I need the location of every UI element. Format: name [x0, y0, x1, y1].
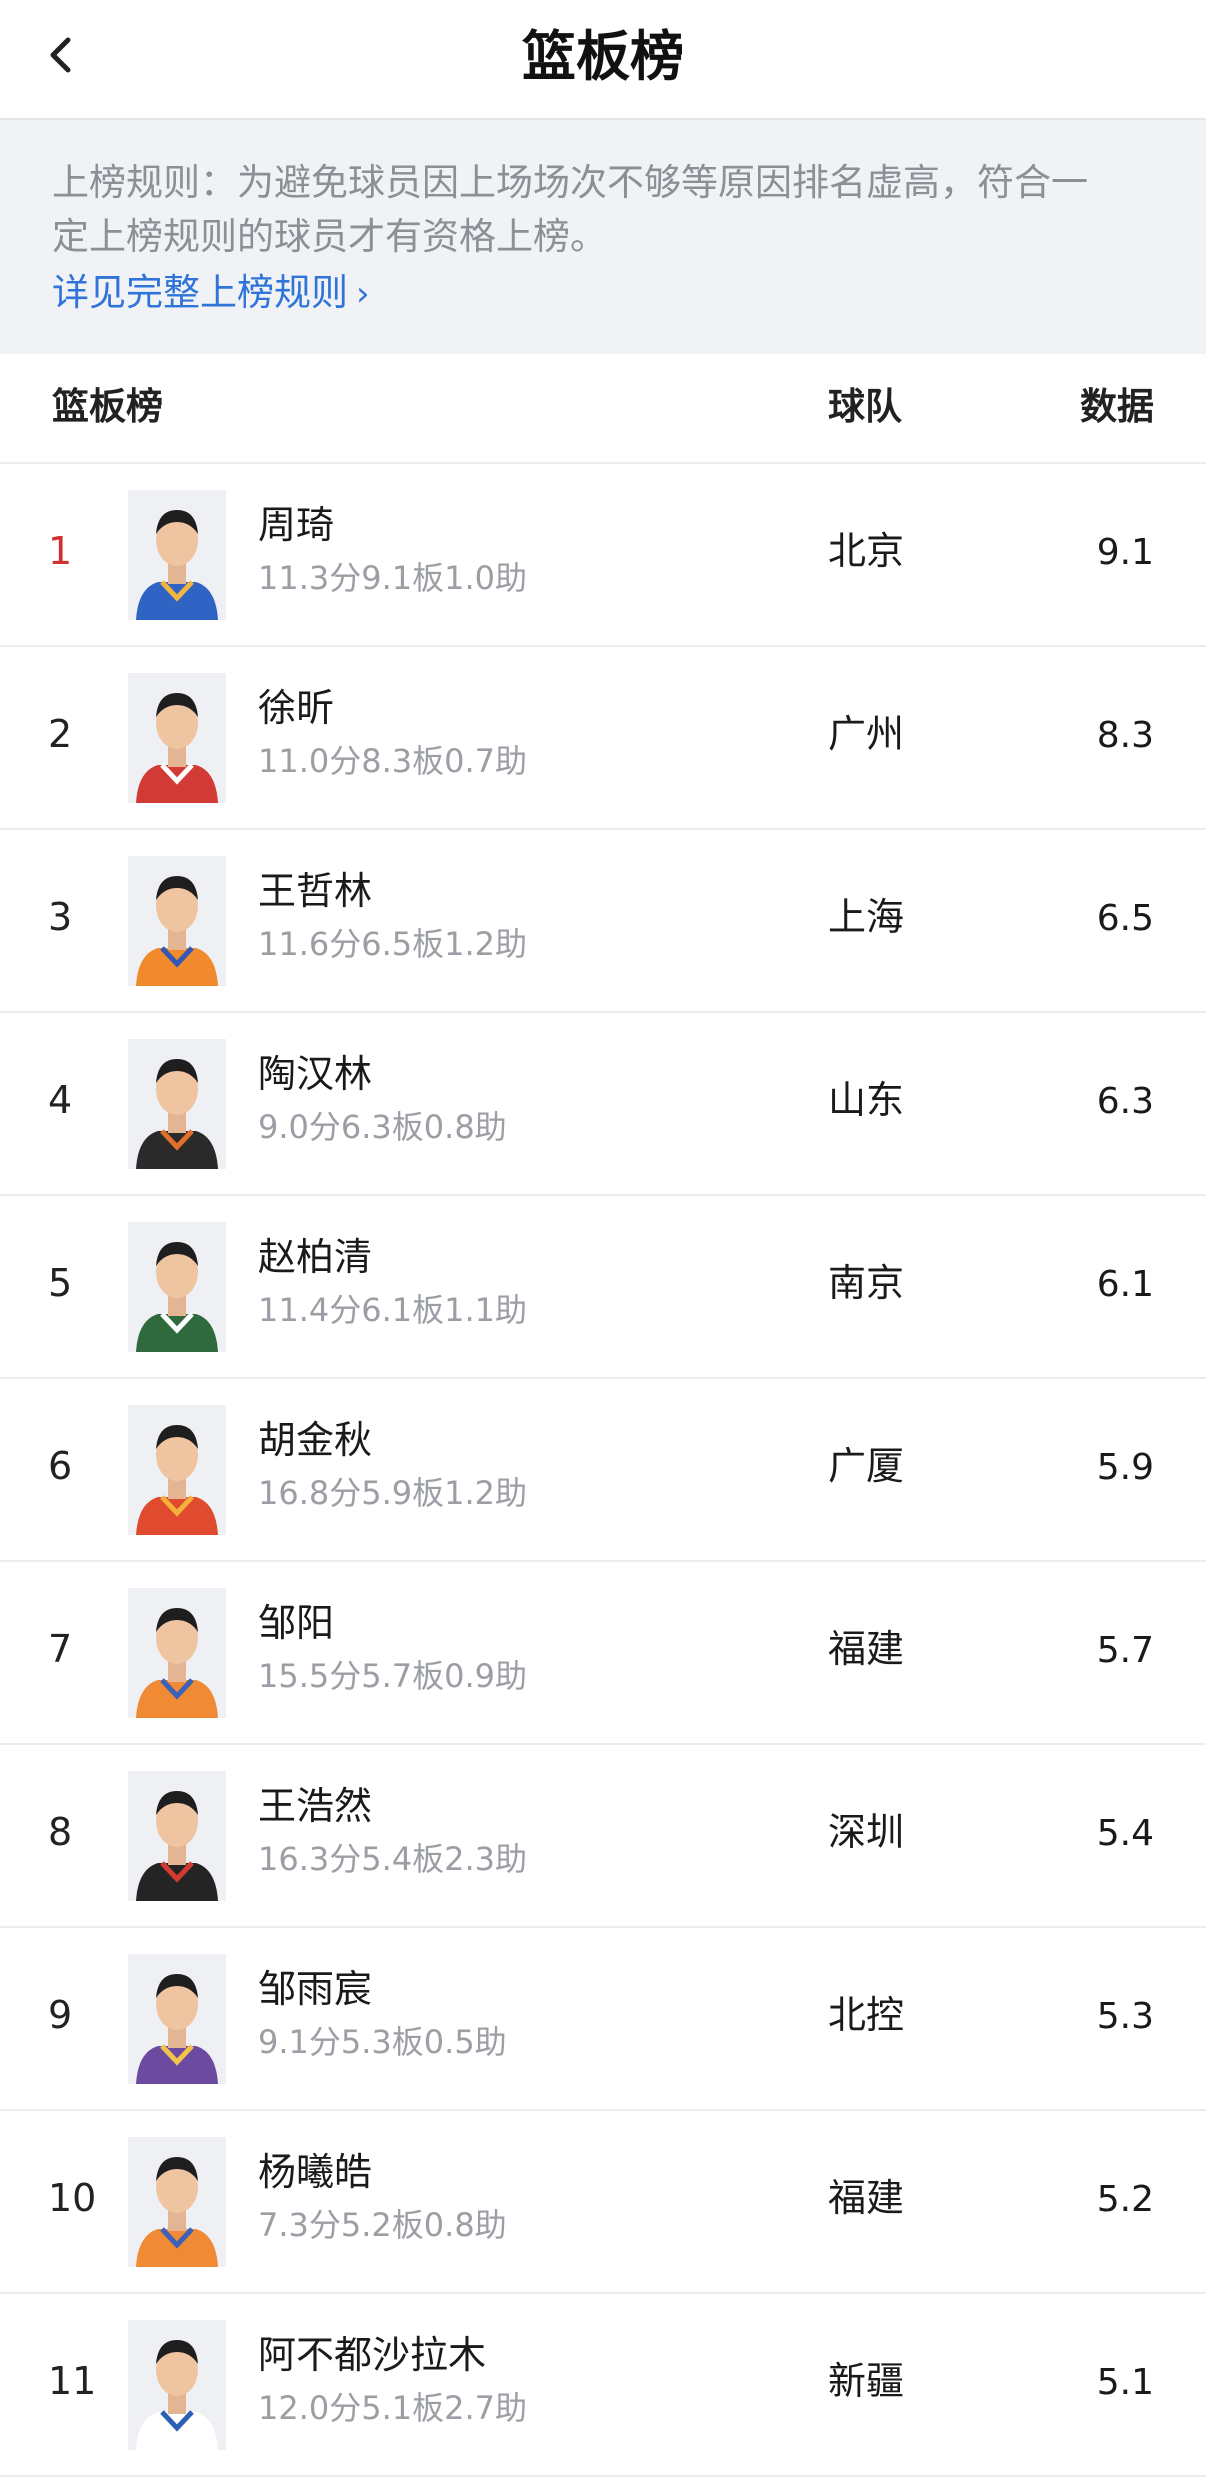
ranking-list: 1 周琦 11.3分9.1板1.0助 北京 9.1 2 徐昕 11.0分8.3板0.7助 广州 8… [0, 464, 1206, 2477]
player-name: 陶汉林 [258, 1052, 373, 1096]
player-team: 北控 [828, 1993, 905, 2037]
full-rules-link[interactable]: 详见完整上榜规则 › [52, 266, 370, 321]
player-avatar [128, 1405, 226, 1535]
rank-number: 11 [48, 2359, 97, 2403]
player-stats: 7.3分5.2板0.8助 [258, 2206, 507, 2244]
rebound-value: 5.1 [1096, 2362, 1154, 2403]
player-row[interactable]: 4 陶汉林 9.0分6.3板0.8助 山东 6.3 [0, 1013, 1206, 1196]
player-avatar [128, 1039, 226, 1169]
chevron-right-icon: › [356, 274, 370, 314]
player-row[interactable]: 11 阿不都沙拉木 12.0分5.1板2.7助 新疆 5.1 [0, 2294, 1206, 2477]
rebound-value: 9.1 [1096, 532, 1154, 573]
rebound-value: 6.5 [1096, 898, 1154, 939]
player-name: 王哲林 [258, 869, 373, 913]
player-avatar [128, 856, 226, 986]
player-row[interactable]: 5 赵柏清 11.4分6.1板1.1助 南京 6.1 [0, 1196, 1206, 1379]
rules-text-line-1: 上榜规则：为避免球员因上场场次不够等原因排名虚高，符合一 [52, 161, 1088, 204]
player-avatar [128, 490, 226, 620]
rebound-value: 6.3 [1096, 1081, 1154, 1122]
player-avatar [128, 2137, 226, 2267]
player-stats: 11.3分9.1板1.0助 [258, 559, 528, 597]
player-stats: 15.5分5.7板0.9助 [258, 1657, 528, 1695]
player-name: 胡金秋 [258, 1418, 373, 1462]
player-team: 福建 [828, 1627, 905, 1671]
header-board: 篮板榜 [52, 385, 163, 428]
player-stats: 16.8分5.9板1.2助 [258, 1474, 528, 1512]
rebound-value: 5.9 [1096, 1447, 1154, 1488]
rank-number: 8 [48, 1810, 73, 1854]
player-name: 周琦 [258, 503, 335, 547]
player-avatar [128, 1222, 226, 1352]
player-name: 邹阳 [258, 1601, 335, 1645]
player-stats: 11.4分6.1板1.1助 [258, 1291, 528, 1329]
rules-notice: 上榜规则：为避免球员因上场场次不够等原因排名虚高，符合一 定上榜规则的球员才有资… [0, 120, 1206, 354]
player-name: 阿不都沙拉木 [258, 2333, 487, 2377]
page-title: 篮板榜 [522, 25, 684, 88]
rank-number: 3 [48, 895, 73, 939]
rebound-value: 8.3 [1096, 715, 1154, 756]
player-name: 邹雨宸 [258, 1967, 373, 2011]
player-stats: 12.0分5.1板2.7助 [258, 2389, 528, 2427]
table-header: 篮板榜 球队 数据 [0, 354, 1206, 464]
full-rules-link-label: 详见完整上榜规则 [52, 271, 348, 314]
player-avatar [128, 1588, 226, 1718]
rank-number: 5 [48, 1261, 73, 1305]
player-name: 赵柏清 [258, 1235, 373, 1279]
player-avatar [128, 2320, 226, 2450]
nav-bar: 篮板榜 [0, 0, 1206, 120]
player-row[interactable]: 2 徐昕 11.0分8.3板0.7助 广州 8.3 [0, 647, 1206, 830]
player-avatar [128, 673, 226, 803]
rank-number: 2 [48, 712, 73, 756]
rules-text-line-2: 定上榜规则的球员才有资格上榜。 [52, 215, 607, 258]
player-team: 上海 [828, 895, 905, 939]
player-team: 北京 [828, 529, 905, 573]
header-data: 数据 [1080, 385, 1154, 428]
rebound-value: 6.1 [1096, 1264, 1154, 1305]
player-stats: 11.0分8.3板0.7助 [258, 742, 528, 780]
player-team: 新疆 [828, 2359, 905, 2403]
rank-number: 10 [48, 2176, 97, 2220]
player-row[interactable]: 3 王哲林 11.6分6.5板1.2助 上海 6.5 [0, 830, 1206, 1013]
player-row[interactable]: 1 周琦 11.3分9.1板1.0助 北京 9.1 [0, 464, 1206, 647]
player-stats: 9.0分6.3板0.8助 [258, 1108, 507, 1146]
player-name: 杨曦皓 [258, 2150, 373, 2194]
rebound-value: 5.3 [1096, 1996, 1154, 2037]
player-team: 广厦 [828, 1444, 905, 1488]
player-row[interactable]: 10 杨曦皓 7.3分5.2板0.8助 福建 5.2 [0, 2111, 1206, 2294]
player-row[interactable]: 9 邹雨宸 9.1分5.3板0.5助 北控 5.3 [0, 1928, 1206, 2111]
rebound-value: 5.2 [1096, 2179, 1154, 2220]
player-team: 深圳 [828, 1810, 905, 1854]
player-team: 南京 [828, 1261, 905, 1305]
player-stats: 9.1分5.3板0.5助 [258, 2023, 507, 2061]
player-avatar [128, 1954, 226, 2084]
player-name: 王浩然 [258, 1784, 373, 1828]
rank-number: 9 [48, 1993, 73, 2037]
rank-number: 7 [48, 1627, 73, 1671]
player-row[interactable]: 7 邹阳 15.5分5.7板0.9助 福建 5.7 [0, 1562, 1206, 1745]
player-avatar [128, 1771, 226, 1901]
player-team: 福建 [828, 2176, 905, 2220]
player-team: 山东 [828, 1078, 905, 1122]
player-stats: 11.6分6.5板1.2助 [258, 925, 528, 963]
header-team: 球队 [828, 385, 902, 428]
player-stats: 16.3分5.4板2.3助 [258, 1840, 528, 1878]
player-team: 广州 [828, 712, 905, 756]
rank-number: 6 [48, 1444, 73, 1488]
rebound-value: 5.4 [1096, 1813, 1154, 1854]
rank-number: 4 [48, 1078, 73, 1122]
player-name: 徐昕 [258, 686, 335, 730]
rank-number: 1 [48, 529, 73, 573]
rebound-value: 5.7 [1096, 1630, 1154, 1671]
player-row[interactable]: 8 王浩然 16.3分5.4板2.3助 深圳 5.4 [0, 1745, 1206, 1928]
player-row[interactable]: 6 胡金秋 16.8分5.9板1.2助 广厦 5.9 [0, 1379, 1206, 1562]
